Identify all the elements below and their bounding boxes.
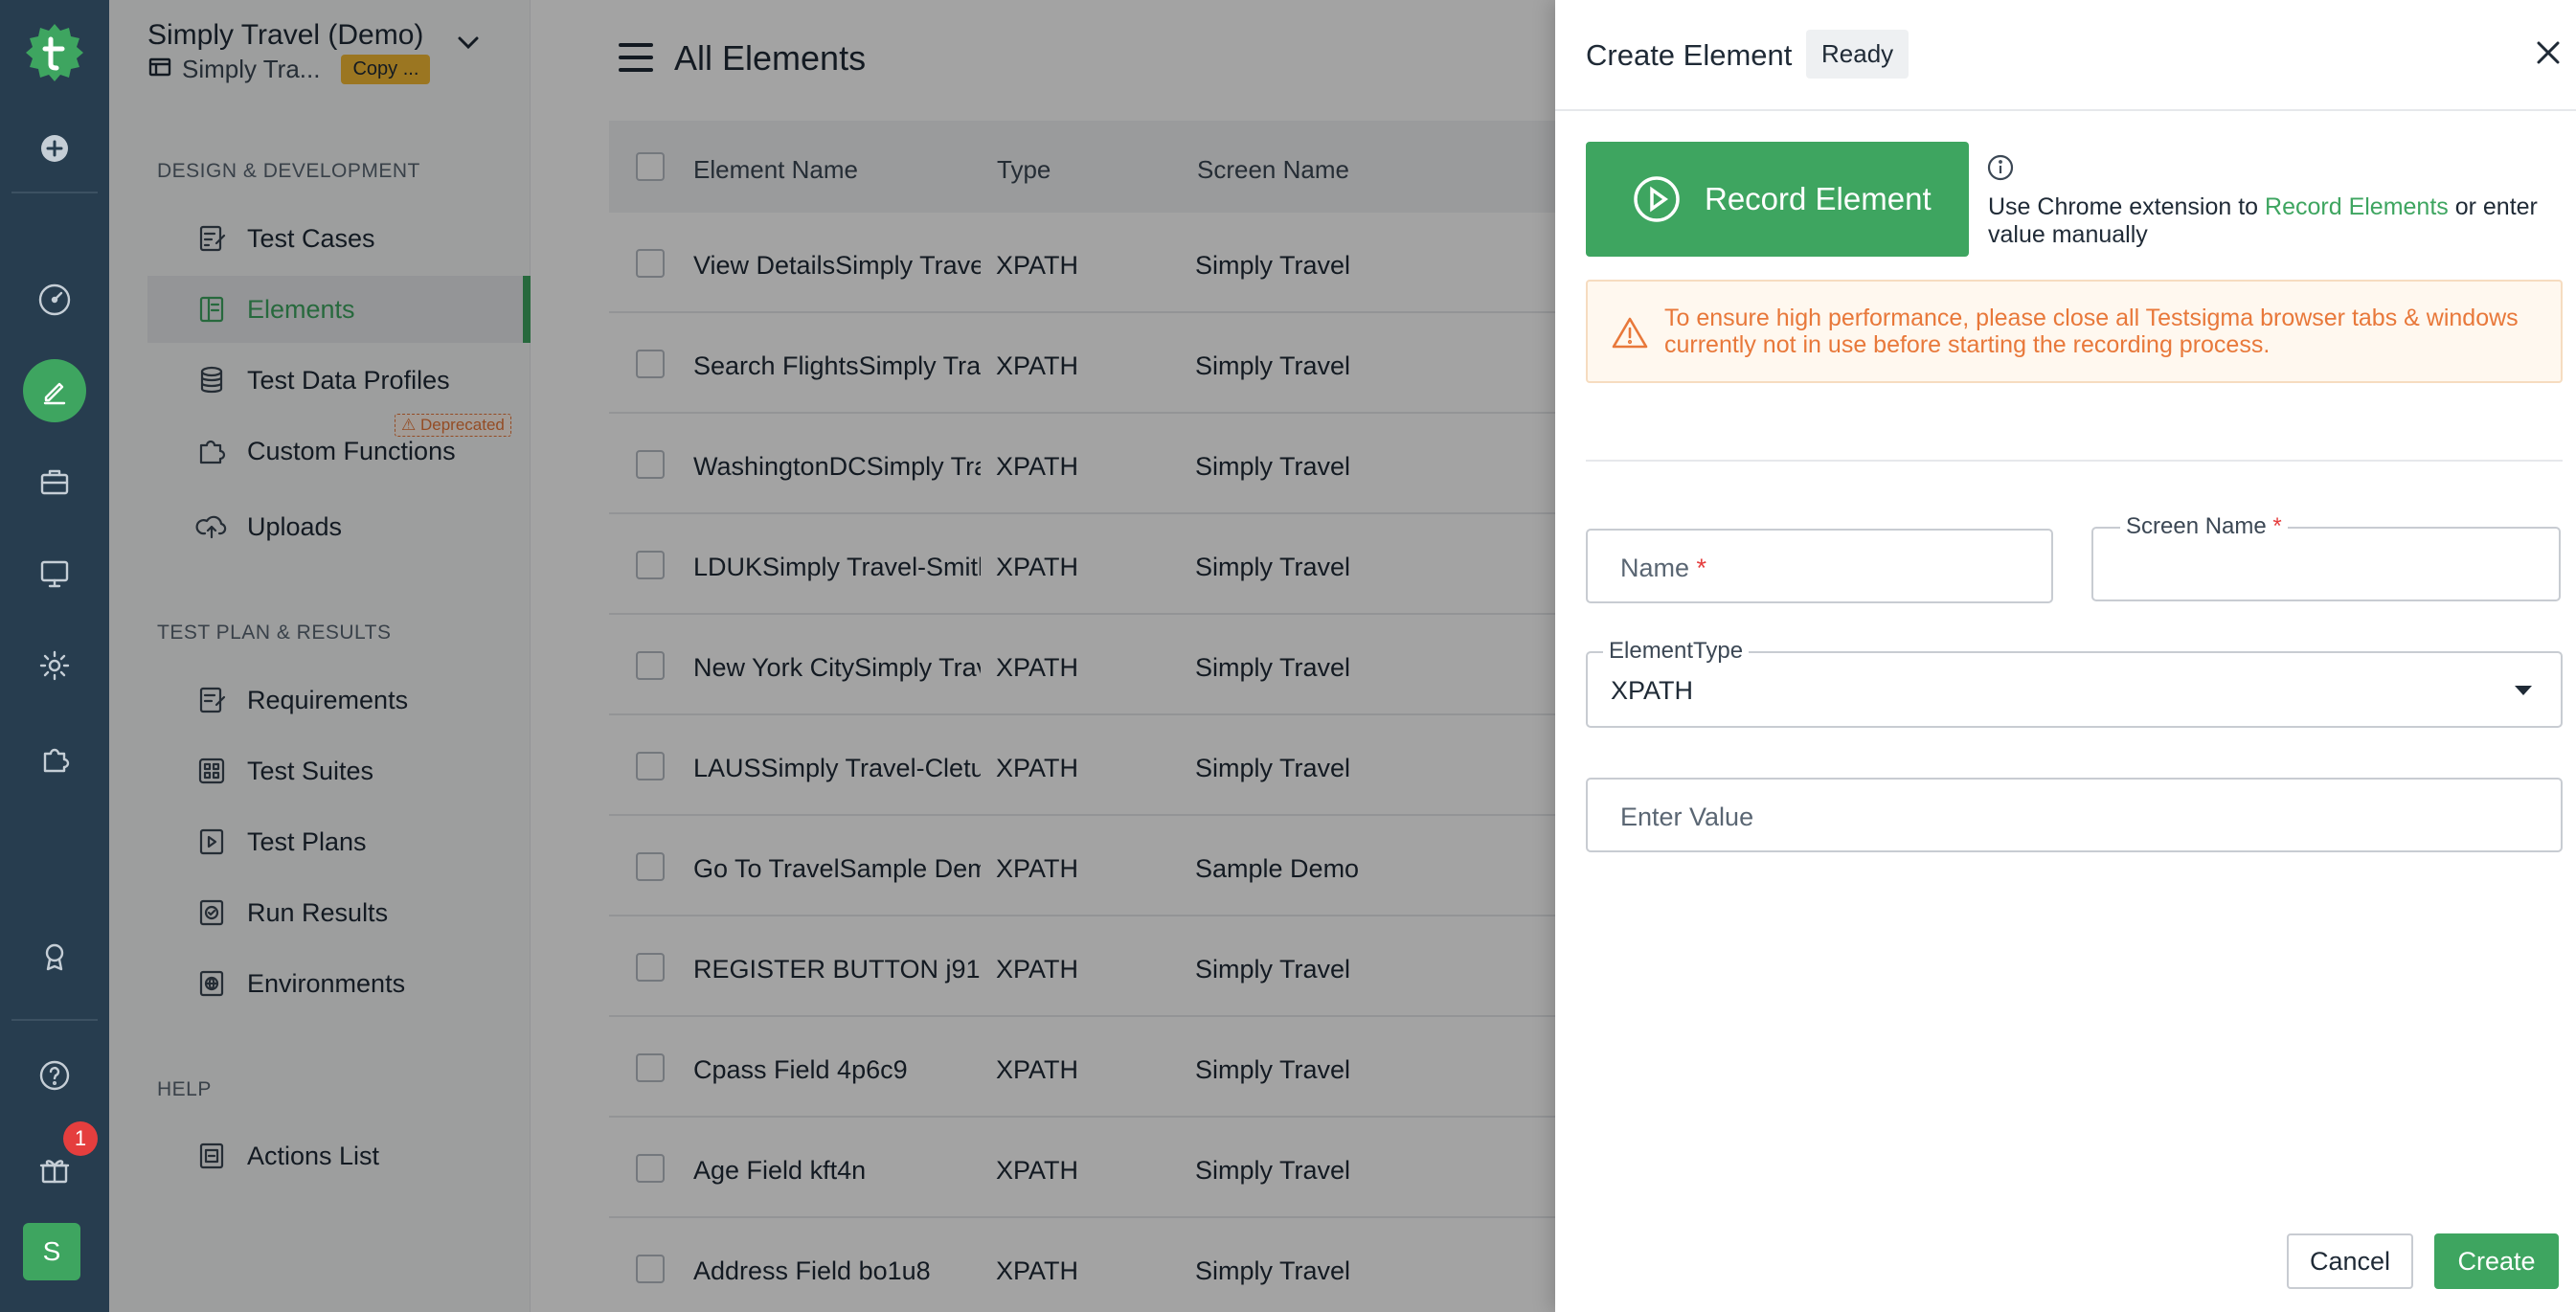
create-element-drawer: Create Element Ready Record Element Use … — [1555, 0, 2576, 1312]
notification-badge: 1 — [63, 1121, 98, 1156]
certificate-icon[interactable] — [23, 925, 86, 988]
screen-name-label: Screen Name * — [2120, 513, 2288, 540]
record-elements-link[interactable]: Record Elements — [2265, 193, 2449, 220]
drawer-title: Create Element — [1586, 38, 1793, 72]
create-button[interactable]: Create — [2434, 1233, 2559, 1289]
help-icon[interactable] — [23, 1044, 86, 1107]
drawer-header: Create Element Ready — [1555, 0, 2576, 111]
record-element-button[interactable]: Record Element — [1586, 142, 1969, 257]
status-badge: Ready — [1806, 30, 1909, 79]
element-type-select[interactable]: ElementType XPATH — [1586, 638, 2563, 728]
warning-text: To ensure high performance, please close… — [1664, 305, 2519, 358]
element-type-label: ElementType — [1603, 638, 1750, 665]
name-placeholder: Name * — [1620, 554, 1707, 582]
name-field[interactable]: Name * — [1586, 529, 2053, 603]
record-element-label: Record Element — [1705, 181, 1932, 216]
screen-name-field[interactable]: Screen Name * — [2091, 513, 2561, 601]
value-input[interactable]: Enter Value — [1586, 778, 2563, 852]
record-info-text: Use Chrome extension to Record Elements … — [1988, 193, 2538, 248]
element-type-value: XPATH — [1611, 676, 1694, 705]
divider — [1586, 460, 2563, 462]
close-icon[interactable] — [2532, 36, 2565, 69]
monitor-icon[interactable] — [23, 542, 86, 605]
settings-gear-icon[interactable] — [23, 634, 86, 697]
cancel-button[interactable]: Cancel — [2287, 1233, 2413, 1289]
design-pencil-icon[interactable] — [23, 359, 86, 422]
value-placeholder: Enter Value — [1620, 803, 1754, 831]
modal-backdrop[interactable] — [109, 0, 1555, 1312]
briefcase-icon[interactable] — [23, 450, 86, 513]
performance-warning: To ensure high performance, please close… — [1586, 280, 2563, 383]
info-icon — [1986, 153, 2015, 182]
icon-rail: 1 S — [0, 0, 109, 1312]
warning-icon — [1612, 317, 1648, 349]
user-avatar[interactable]: S — [23, 1223, 80, 1280]
caret-down-icon — [2515, 686, 2532, 695]
addons-puzzle-icon[interactable] — [23, 728, 86, 791]
add-icon[interactable] — [23, 117, 86, 180]
testsigma-logo-icon[interactable] — [23, 21, 86, 84]
dashboard-icon[interactable] — [23, 268, 86, 331]
play-circle-icon — [1634, 176, 1680, 222]
